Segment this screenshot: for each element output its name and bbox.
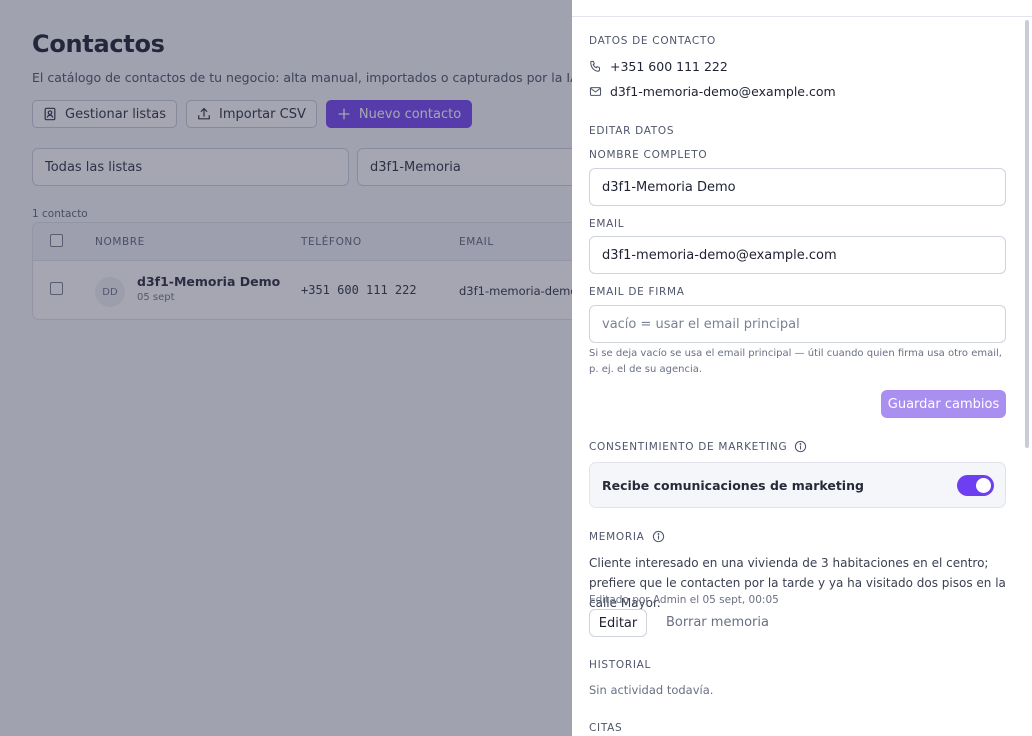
marketing-consent-label: Recibe comunicaciones de marketing: [602, 478, 864, 493]
panel-header-divider: [572, 16, 1032, 17]
contact-detail-panel: DATOS DE CONTACTO +351 600 111 222 d3f1-…: [572, 0, 1032, 736]
appointments-title: CITAS: [589, 722, 623, 734]
edit-data-title: EDITAR DATOS: [589, 125, 675, 137]
history-title: HISTORIAL: [589, 659, 652, 671]
contact-phone-row: +351 600 111 222: [589, 59, 728, 74]
signature-email-label: EMAIL DE FIRMA: [589, 286, 685, 298]
edit-data-heading: EDITAR DATOS: [589, 125, 674, 137]
history-empty-text: Sin actividad todavía.: [589, 683, 714, 697]
panel-scrollbar[interactable]: [1025, 20, 1029, 448]
full-name-input[interactable]: d3f1-Memoria Demo: [589, 168, 1006, 206]
toggle-knob: [976, 478, 991, 493]
info-icon[interactable]: [652, 530, 665, 543]
memory-edit-meta: Editado por Admin el 05 sept, 00:05: [589, 594, 779, 606]
clear-memory-button[interactable]: Borrar memoria: [666, 615, 769, 630]
phone-icon: [590, 60, 601, 72]
marketing-consent-toggle[interactable]: [957, 475, 994, 496]
appointments-heading: CITAS: [589, 722, 622, 734]
contact-data-title: DATOS DE CONTACTO: [589, 35, 716, 47]
contact-email-row: d3f1-memoria-demo@example.com: [589, 84, 836, 99]
edit-memory-button[interactable]: Editar: [589, 609, 647, 637]
history-heading: HISTORIAL: [589, 659, 651, 671]
signature-email-input[interactable]: vacío = usar el email principal: [589, 305, 1006, 343]
contact-phone-value: +351 600 111 222: [610, 59, 728, 74]
signature-email-help: Si se deja vacío se usa el email princip…: [589, 348, 1002, 375]
memory-title: MEMORIA: [589, 530, 645, 543]
contact-data-heading: DATOS DE CONTACTO: [589, 35, 716, 47]
info-icon[interactable]: [794, 440, 807, 453]
mail-icon: [589, 87, 602, 96]
email-label: EMAIL: [589, 218, 625, 230]
email-input[interactable]: d3f1-memoria-demo@example.com: [589, 236, 1006, 274]
contact-email-value: d3f1-memoria-demo@example.com: [610, 84, 836, 99]
marketing-consent-box: Recibe comunicaciones de marketing: [589, 462, 1006, 508]
marketing-title: CONSENTIMIENTO DE MARKETING: [589, 440, 788, 453]
memory-heading: MEMORIA: [589, 530, 665, 543]
save-changes-button[interactable]: Guardar cambios: [881, 390, 1006, 418]
full-name-label: NOMBRE COMPLETO: [589, 149, 708, 161]
marketing-heading: CONSENTIMIENTO DE MARKETING: [589, 440, 807, 453]
